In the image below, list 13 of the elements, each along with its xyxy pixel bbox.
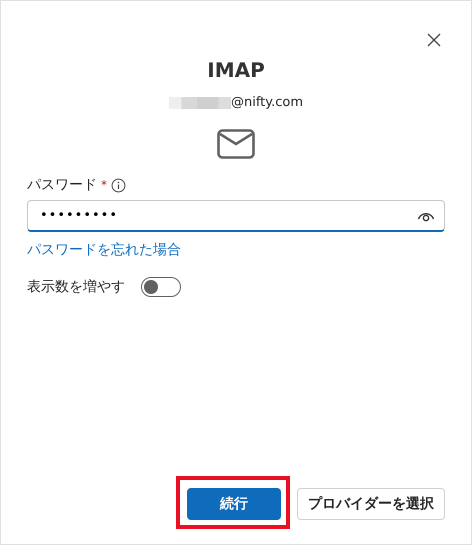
toggle-label: 表示数を増やす (27, 278, 125, 296)
mail-icon (217, 128, 255, 158)
select-provider-button[interactable]: プロバイダーを選択 (297, 488, 445, 520)
toggle-switch[interactable] (141, 277, 181, 297)
dialog-title: IMAP (206, 57, 266, 84)
required-mark: * (101, 177, 107, 194)
account-address: @nifty.com (230, 94, 304, 112)
info-icon[interactable] (111, 178, 126, 192)
forgot-password-link[interactable]: パスワードを忘れた場合 (27, 242, 181, 258)
redaction-mark (168, 96, 231, 109)
continue-button[interactable]: 続行 (187, 488, 281, 520)
field-label: パスワード (27, 176, 97, 194)
password-field[interactable]: ••••••••• (27, 200, 445, 232)
